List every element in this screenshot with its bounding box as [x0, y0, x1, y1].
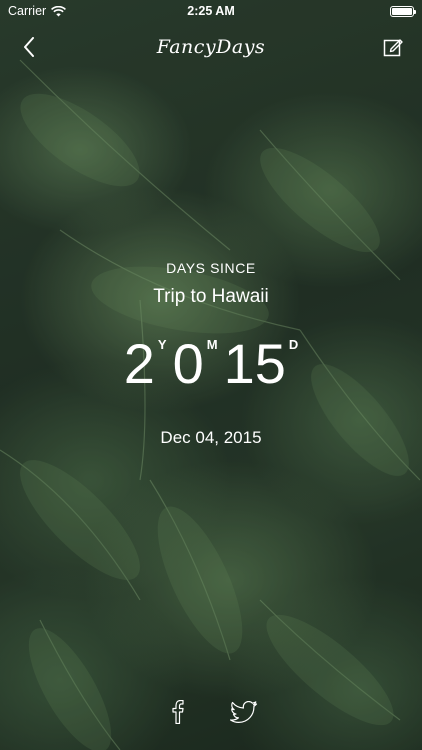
- days-part: 15 D: [224, 336, 299, 392]
- app-title: FancyDays: [156, 36, 266, 58]
- carrier-label: Carrier: [8, 4, 47, 18]
- chevron-left-icon: [24, 37, 34, 57]
- facebook-icon: [172, 700, 184, 724]
- event-name: Trip to Hawaii: [153, 286, 269, 307]
- event-date: Dec 04, 2015: [160, 428, 262, 447]
- edit-button[interactable]: [378, 32, 408, 62]
- elapsed-counter: 2 Y 0 M 15 D: [0, 336, 422, 392]
- years-part: 2 Y: [124, 336, 167, 392]
- months-part: 0 M: [173, 336, 218, 392]
- days-unit: D: [288, 337, 299, 352]
- status-bar: Carrier 2:25 AM: [0, 0, 422, 22]
- months-unit: M: [206, 337, 218, 352]
- days-since-heading: DAYS SINCE: [166, 260, 256, 276]
- years-value: 2: [123, 332, 155, 395]
- battery-fill: [392, 7, 412, 15]
- status-left: Carrier: [8, 4, 67, 18]
- edit-icon: [383, 39, 403, 57]
- back-button[interactable]: [14, 32, 44, 62]
- counter-panel: DAYS SINCE Trip to Hawaii 2 Y 0 M 15 D D…: [0, 260, 422, 448]
- twitter-share-button[interactable]: [228, 696, 260, 728]
- months-value: 0: [172, 332, 204, 395]
- battery-icon: [390, 5, 416, 17]
- wifi-icon: [51, 5, 67, 16]
- share-bar: [0, 696, 422, 728]
- years-unit: Y: [157, 337, 167, 352]
- twitter-icon: [230, 701, 258, 723]
- screen: Carrier 2:25 AM FancyDays DAYS SINCE Tri…: [0, 0, 422, 750]
- facebook-share-button[interactable]: [162, 696, 194, 728]
- days-value: 15: [223, 332, 286, 395]
- nav-bar: FancyDays: [0, 22, 422, 72]
